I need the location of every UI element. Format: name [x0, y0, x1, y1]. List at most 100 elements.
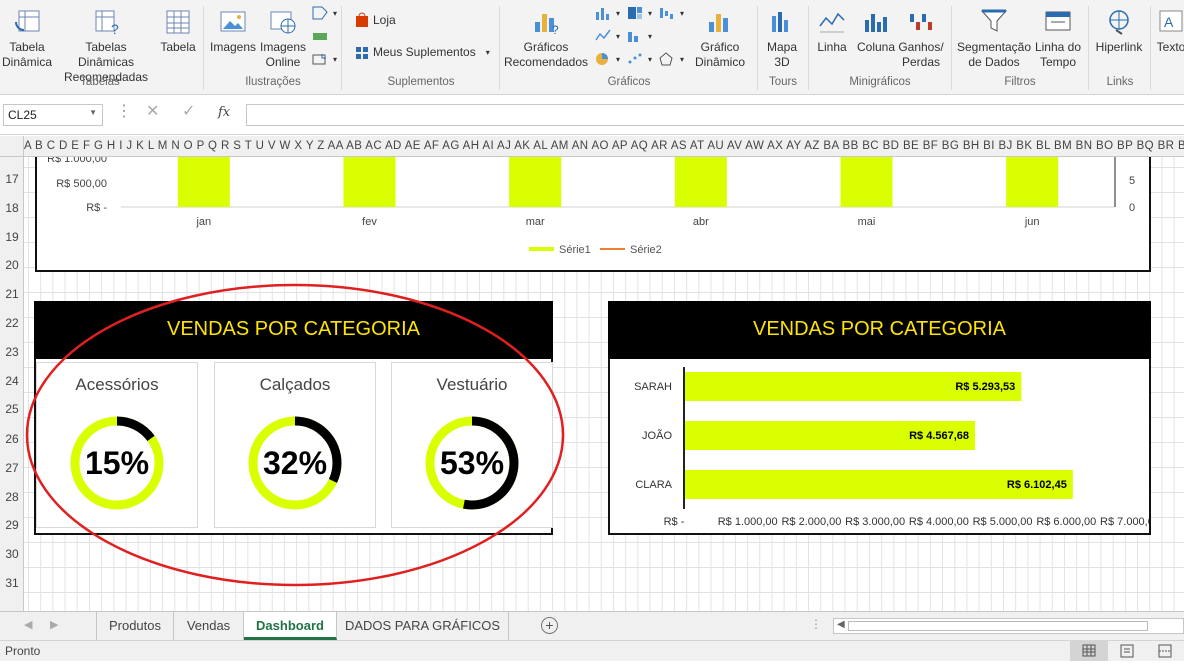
sparkline-column-label: Coluna [856, 40, 896, 54]
status-bar: Pronto [0, 640, 1184, 661]
scroll-left-icon[interactable]: ◀ [837, 619, 845, 630]
seller-label: JOÃO [642, 429, 672, 442]
cancel-icon[interactable]: ✕ [146, 101, 159, 121]
legend-label: Série2 [630, 244, 662, 256]
3d-map-label: Mapa 3D [766, 40, 798, 69]
scatter-chart-button[interactable]: ▾ [626, 51, 652, 67]
tab-vendas[interactable]: Vendas [174, 612, 244, 640]
y-tick-left: R$ - [86, 202, 107, 214]
text-button[interactable]: A Texto [1154, 8, 1184, 55]
waterfall-chart-button[interactable]: ▾ [658, 5, 684, 21]
sparkline-winloss-button[interactable]: Ganhos/ Perdas [896, 8, 946, 70]
pivot-table-icon [15, 10, 40, 32]
select-all-corner[interactable] [0, 136, 24, 157]
pivot-table-button[interactable]: Tabela Dinâmica [2, 8, 52, 70]
timeline-icon [1045, 11, 1071, 31]
name-box[interactable]: CL25 ▼ [3, 104, 103, 126]
globe-image-icon [270, 11, 296, 34]
horizontal-scrollbar[interactable]: ◀ [833, 618, 1184, 634]
text-label: Texto [1156, 40, 1184, 54]
normal-view-icon [1082, 644, 1096, 657]
pie-chart-button[interactable]: ▾ [594, 51, 620, 67]
my-addins-button[interactable]: Meus Suplementos ▾ [355, 44, 490, 60]
page-break-icon [1158, 644, 1172, 658]
add-sheet-icon[interactable]: + [541, 617, 558, 634]
svg-text:A: A [1164, 14, 1174, 30]
slicer-label: Segmentação de Dados [956, 40, 1032, 69]
addins-icon [356, 47, 368, 59]
smartart-button[interactable] [311, 28, 329, 44]
row-number[interactable]: 17 [0, 172, 24, 186]
recommended-pivot-button[interactable]: ? Tabelas Dinâmicas Recomendadas [56, 8, 156, 85]
page-layout-icon [1120, 644, 1134, 658]
group-graficos: Gráficos [607, 76, 651, 88]
seller-value-label: R$ 5.293,53 [955, 381, 1015, 393]
table-button[interactable]: Tabela [158, 8, 198, 55]
normal-view-button[interactable] [1070, 641, 1108, 661]
row-number[interactable]: 18 [0, 201, 24, 215]
shapes-button[interactable]: ▾ [311, 5, 337, 21]
confirm-icon[interactable]: ✓ [182, 101, 195, 121]
scrollbar-thumb[interactable] [848, 621, 1148, 631]
x-tick-label: R$ 1.000,00 [718, 516, 778, 528]
text-box-icon: A [1159, 10, 1183, 32]
monthly-chart-svg: R$ 1.000,00 R$ 500,00 R$ - 5 0 jan fev mar… [47, 153, 1135, 256]
hyperlink-button[interactable]: Hiperlink [1092, 8, 1146, 55]
row-number[interactable]: 19 [0, 230, 24, 244]
images-button[interactable]: Imagens [208, 8, 258, 55]
screenshot-icon [312, 54, 326, 65]
formula-input[interactable] [246, 104, 1184, 126]
month-label: mar [526, 216, 545, 228]
sparkline-winloss-label: Ganhos/ Perdas [898, 40, 944, 69]
x-tick-label: R$ 2.000,00 [781, 516, 841, 528]
smartart-icon [313, 33, 327, 40]
chevron-down-icon[interactable]: ▼ [89, 108, 97, 117]
slicer-icon [980, 9, 1008, 32]
radar-chart-button[interactable]: ▾ [658, 51, 684, 67]
pivot-chart-label: Gráfico Dinâmico [694, 40, 745, 69]
column-chart-button[interactable]: ▾ [594, 5, 620, 21]
line-chart-button[interactable]: ▾ [594, 28, 620, 44]
hierarchy-chart-button[interactable]: ▾ [626, 5, 652, 21]
tab-scroll-right-icon[interactable]: ▶ [50, 618, 58, 631]
legend: Série1 Série2 [529, 244, 662, 256]
x-tick-label: R$ 3.000,00 [845, 516, 905, 528]
tab-produtos[interactable]: Produtos [96, 612, 174, 640]
group-tours: Tours [768, 76, 798, 88]
my-addins-label: Meus Suplementos [373, 45, 476, 59]
tab-dados-para-graficos[interactable]: DADOS PARA GRÁFICOS [337, 612, 509, 640]
more-icon: ⋮ [116, 103, 132, 120]
online-images-button[interactable]: Imagens Online [258, 8, 308, 70]
monthly-sales-chart[interactable]: R$ 1.000,00 R$ 500,00 R$ - 5 0 jan fev mar… [35, 153, 1151, 272]
recommended-charts-button[interactable]: ? Gráficos Recomendados [502, 8, 590, 70]
screenshot-button[interactable]: ▾ [311, 51, 337, 67]
ribbon: Tabela Dinâmica ? Tabelas Dinâmicas Reco… [0, 0, 1184, 95]
group-ilustracoes: Ilustrações [245, 76, 301, 88]
images-label: Imagens [209, 40, 257, 54]
month-label: fev [362, 216, 377, 228]
tab-scroll-left-icon[interactable]: ◀ [24, 618, 32, 631]
slicer-button[interactable]: Segmentação de Dados [956, 8, 1032, 70]
tab-split-handle[interactable]: ⋮ [810, 617, 822, 631]
pivot-chart-button[interactable]: Gráfico Dinâmico [688, 8, 752, 70]
page-break-button[interactable] [1150, 641, 1180, 661]
insert-function-icon[interactable]: fx [218, 105, 230, 120]
recommended-charts-icon: ? [535, 14, 559, 36]
store-button[interactable]: Loja [355, 12, 396, 28]
x-tick-label: R$ 7.000,00 [1100, 516, 1149, 528]
sparkline-column-button[interactable]: Coluna [854, 8, 898, 55]
seller-bar-panel[interactable]: SARAH R$ 5.293,53 JOÃO R$ 4.567,68 CLARA R$ 6… [608, 359, 1160, 535]
tab-dashboard[interactable]: Dashboard [244, 612, 337, 640]
column-headers[interactable]: A B C D E F G H I J K L M N O P Q R S T … [0, 136, 1184, 157]
x-tick-label: R$ 6.000,00 [1036, 516, 1096, 528]
y-tick-left: R$ 1.000,00 [47, 157, 107, 165]
radar-chart-icon [659, 52, 673, 66]
month-label: mai [858, 216, 876, 228]
timeline-button[interactable]: Linha do Tempo [1032, 8, 1084, 70]
sparkline-line-button[interactable]: Linha [812, 8, 852, 55]
3d-map-button[interactable]: Mapa 3D [760, 8, 804, 70]
legend-label: Série1 [559, 244, 591, 256]
row-number[interactable]: 20 [0, 258, 24, 272]
statistic-chart-button[interactable]: ▾ [626, 28, 652, 44]
page-layout-button[interactable] [1112, 641, 1142, 661]
